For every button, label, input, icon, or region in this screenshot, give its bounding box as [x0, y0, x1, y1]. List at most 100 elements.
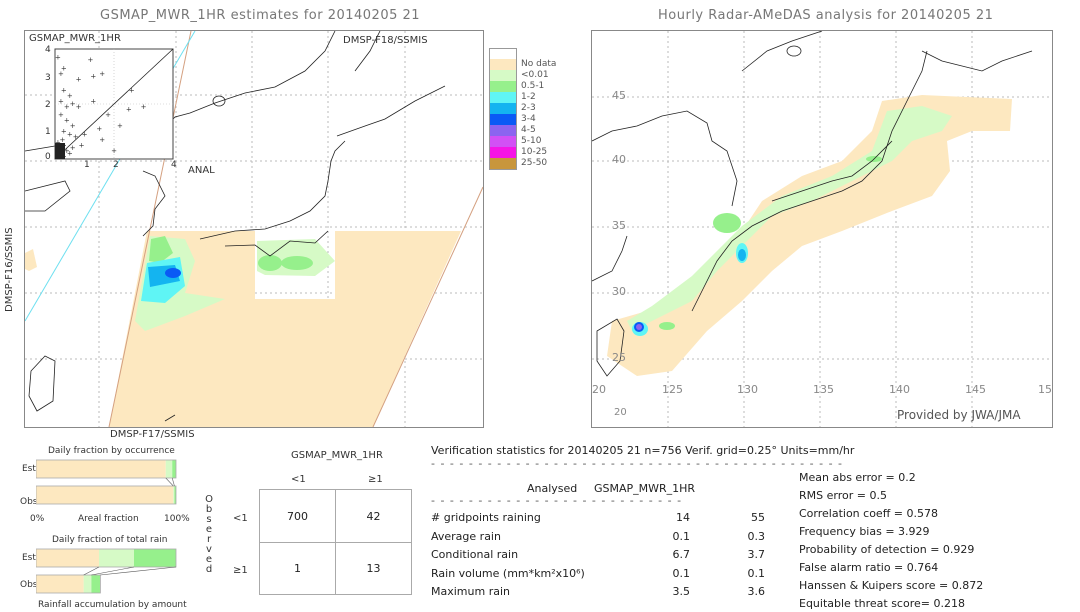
legend-label: 1-2	[521, 92, 536, 102]
occurrence-x-right: 100%	[164, 514, 190, 524]
rain-2-3-kyushu	[738, 249, 746, 261]
stat-anal: 0.1	[672, 566, 691, 580]
right-map-title: Hourly Radar-AMeDAS analysis for 2014020…	[658, 8, 994, 23]
inset-title: GSMAP_MWR_1HR	[29, 33, 121, 44]
scatter-point: +	[79, 141, 85, 149]
score-line: Correlation coeff = 0.578	[799, 507, 938, 520]
lon-tick-140: 140	[889, 383, 910, 396]
occurrence-obs-label: Obs	[20, 497, 38, 507]
contingency-col-header: GSMAP_MWR_1HR	[291, 450, 383, 461]
scatter-point: +	[117, 122, 123, 130]
legend-label: 2-3	[521, 103, 536, 113]
lat-tick-40: 40	[612, 153, 626, 166]
occ-est-bar-no-rain	[36, 460, 166, 478]
score-line: False alarm ratio = 0.764	[799, 561, 939, 574]
lon-tick-125: 125	[662, 383, 683, 396]
lat-tick-30: 30	[612, 285, 626, 298]
data-credit: Provided by JWA/JMA	[897, 408, 1021, 422]
occ-est-bar-moderate	[172, 460, 176, 478]
scatter-point: +	[90, 97, 96, 105]
tot-obs-bar-moderate	[91, 575, 101, 593]
stat-label: Maximum rain	[431, 585, 510, 598]
sat-label-f17: DMSP-F17/SSMIS	[110, 429, 195, 440]
score-line: Probability of detection = 0.929	[799, 543, 975, 556]
stat-gsmap: 0.3	[747, 529, 766, 543]
cell-obs-lt1-est-lt1: 700	[287, 509, 308, 523]
left-map-svg: ++++++++++++++++++++++++++++++++++++++++	[25, 31, 483, 427]
verification-header: Verification statistics for 20140205 21 …	[431, 444, 855, 457]
color-legend: No data <0.01 0.5-1 1-2 2-3 3-4 4-5 5-10 10-25 25…	[489, 48, 579, 170]
score-line: Mean abs error = 0.2	[799, 471, 916, 484]
stat-label: Average rain	[431, 529, 501, 543]
scatter-point: +	[76, 103, 82, 111]
legend-label: <0.01	[521, 70, 549, 80]
inset-xlabel: ANAL	[188, 165, 215, 176]
lat-tick-25: 25	[612, 351, 626, 364]
stat-gsmap: 0.1	[747, 566, 766, 580]
legend-label: 5-10	[521, 136, 542, 146]
lon-tick-135: 135	[813, 383, 834, 396]
score-line: RMS error = 0.5	[799, 489, 887, 502]
moderate-rain-1	[258, 255, 282, 271]
occurrence-title: Daily fraction by occurrence	[48, 446, 175, 456]
inset-xtick-2: 2	[113, 160, 119, 170]
scatter-point: +	[126, 106, 132, 114]
scatter-point: +	[58, 70, 64, 78]
lon-tick-130: 130	[737, 383, 758, 396]
occ-obs-bar-light	[173, 486, 175, 504]
stat-gsmap: 3.6	[747, 585, 766, 598]
verification-dash-line: - - - - - - - - - - - - - - - - - - - - …	[431, 457, 843, 470]
scatter-point: +	[99, 136, 105, 144]
stat-gsmap: 55	[751, 511, 765, 524]
total-rain-bars	[36, 548, 177, 594]
legend-swatch	[489, 147, 517, 158]
sat-label-f16: DMSP-F16/SSMIS	[4, 227, 15, 312]
occurrence-est-label: Est	[22, 464, 36, 474]
tot-obs-bar-no-rain	[36, 575, 84, 593]
legend-label: No data	[521, 59, 557, 69]
no-data-patch	[25, 249, 37, 271]
stat-label: # gridpoints raining	[431, 511, 541, 524]
occurrence-bars	[36, 459, 177, 505]
legend-swatch	[489, 103, 517, 114]
observed-letter: d	[205, 564, 213, 575]
inset-ytick-0: 0	[45, 152, 51, 162]
scatter-point: +	[141, 103, 147, 111]
tot-est-bar-light	[99, 549, 134, 567]
verification-sub-dash: - - - - - - - - - - - - - - - - - - - - …	[431, 494, 683, 507]
scatter-point: +	[105, 111, 111, 119]
legend-label: 3-4	[521, 114, 536, 124]
legend-label: 0.5-1	[521, 81, 545, 91]
stat-label: Rain volume (mm*km²x10⁶)	[431, 566, 585, 580]
legend-swatch	[489, 136, 517, 147]
occ-connector	[165, 477, 174, 487]
total-rain-title: Daily fraction of total rain	[52, 535, 168, 545]
scatter-point: +	[82, 130, 88, 138]
total-rain-footer: Rainfall accumulation by amount	[38, 600, 187, 610]
scatter-point-cluster	[55, 143, 65, 159]
legend-swatch	[489, 70, 517, 81]
lon-tick-150: 15	[1038, 383, 1052, 396]
scatter-point: +	[111, 147, 117, 155]
occ-est-bar-light	[165, 460, 173, 478]
legend-label: 4-5	[521, 125, 536, 135]
score-line: Hanssen & Kuipers score = 0.872	[799, 579, 984, 592]
scatter-point: +	[67, 92, 73, 100]
stat-label: Conditional rain	[431, 548, 519, 561]
scatter-point: +	[99, 70, 105, 78]
inset-ytick-3: 3	[45, 73, 51, 83]
stat-gsmap: 3.7	[747, 548, 766, 561]
rain-4-5-taiwan	[636, 324, 642, 330]
occurrence-x-left: 0%	[30, 514, 45, 524]
right-rain-map: 45 40 35 30 25 20 125 130 135 140 145 15…	[591, 30, 1053, 428]
scatter-point: +	[73, 133, 79, 141]
contingency-row-label-ge1: ≥1	[233, 565, 248, 576]
occ-obs-bar-no-rain	[36, 486, 174, 504]
stat-anal: 6.7	[672, 548, 691, 561]
stat-anal: 0.1	[672, 529, 691, 543]
inset-ytick-4: 4	[45, 45, 51, 55]
scatter-point: +	[76, 75, 82, 83]
scatter-point: +	[59, 136, 65, 144]
legend-swatch	[489, 81, 517, 92]
legend-swatch	[489, 59, 517, 70]
